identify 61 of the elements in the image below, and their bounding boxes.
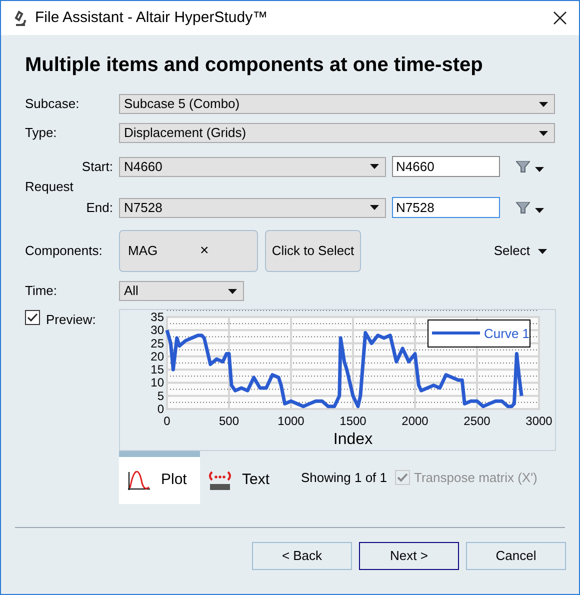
field-label: End: bbox=[85, 198, 114, 217]
tick-label: 2000 bbox=[402, 414, 428, 428]
filter-icon[interactable] bbox=[516, 202, 530, 214]
status-text: Showing 1 of 1 bbox=[301, 468, 388, 487]
text-field[interactable]: N4660 bbox=[392, 156, 500, 177]
tick-label: 1500 bbox=[340, 414, 366, 428]
select-button[interactable]: Click to Select bbox=[265, 230, 361, 272]
select-menu[interactable]: Select bbox=[494, 241, 547, 261]
view-tab[interactable]: Plot bbox=[119, 451, 200, 504]
tick-label: 10 bbox=[150, 376, 164, 390]
field-label: Type: bbox=[25, 124, 58, 142]
chart-legend: Curve 1 bbox=[428, 320, 530, 348]
field-label: Subcase: bbox=[25, 95, 80, 114]
field-label: Start: bbox=[80, 158, 114, 176]
dropdown[interactable]: Subcase 5 (Combo) bbox=[119, 94, 555, 114]
axis-title: Index bbox=[333, 431, 373, 448]
caret-icon[interactable] bbox=[370, 164, 379, 169]
tick-label: 0 bbox=[157, 402, 164, 416]
tick-label: 15 bbox=[150, 362, 164, 377]
tick-label: 20 bbox=[150, 349, 164, 364]
field-label: Request bbox=[25, 178, 74, 196]
checkbox-label: Preview: bbox=[46, 311, 96, 329]
tick-label: 30 bbox=[150, 323, 164, 338]
filter-icon[interactable] bbox=[516, 160, 530, 172]
dialog-button[interactable]: Next > bbox=[359, 542, 459, 570]
legend-label: Curve 1 bbox=[484, 326, 530, 341]
dropdown[interactable]: N4660 bbox=[119, 156, 386, 176]
caret-icon[interactable] bbox=[535, 167, 544, 172]
microscope-icon bbox=[13, 10, 27, 26]
checkbox[interactable] bbox=[25, 310, 40, 325]
tick-label: 1000 bbox=[278, 414, 304, 428]
tick-label: 500 bbox=[218, 414, 240, 428]
dropdown[interactable]: N7528 bbox=[119, 198, 386, 218]
dropdown[interactable]: All bbox=[119, 281, 244, 301]
curve-icon bbox=[127, 470, 151, 490]
remove-chip-button[interactable]: × bbox=[200, 240, 209, 262]
tick-label: 25 bbox=[150, 336, 164, 350]
field-label: Components: bbox=[25, 242, 104, 260]
caret-icon[interactable] bbox=[538, 248, 547, 254]
window-title: File Assistant - Altair HyperStudy™ bbox=[35, 8, 268, 28]
checkbox-label: Transpose matrix (X') bbox=[414, 468, 538, 487]
dialog-button[interactable]: < Back bbox=[252, 542, 352, 570]
page-heading: Multiple items and components at one time-step bbox=[25, 53, 484, 78]
caret-icon[interactable] bbox=[370, 205, 379, 210]
caret-icon[interactable] bbox=[228, 288, 237, 294]
field-label: Time: bbox=[25, 282, 58, 300]
chip-label: MAG bbox=[128, 242, 159, 260]
caret-icon[interactable] bbox=[539, 130, 548, 136]
tick-label: 0 bbox=[164, 414, 170, 428]
tick-label: 35 bbox=[150, 310, 164, 324]
tick-label: 3000 bbox=[526, 414, 552, 428]
dialog-button[interactable]: Cancel bbox=[466, 542, 566, 570]
text-field[interactable]: N7528 bbox=[392, 197, 500, 218]
dropdown[interactable]: Displacement (Grids) bbox=[119, 123, 555, 143]
tick-label: 2500 bbox=[464, 414, 490, 428]
close-icon[interactable] bbox=[553, 11, 567, 25]
tick-label: 5 bbox=[157, 388, 164, 403]
caret-icon[interactable] bbox=[535, 208, 544, 213]
caret-icon[interactable] bbox=[539, 102, 548, 106]
view-tab[interactable]: Text bbox=[200, 451, 281, 504]
dotted-text-icon bbox=[208, 470, 232, 492]
